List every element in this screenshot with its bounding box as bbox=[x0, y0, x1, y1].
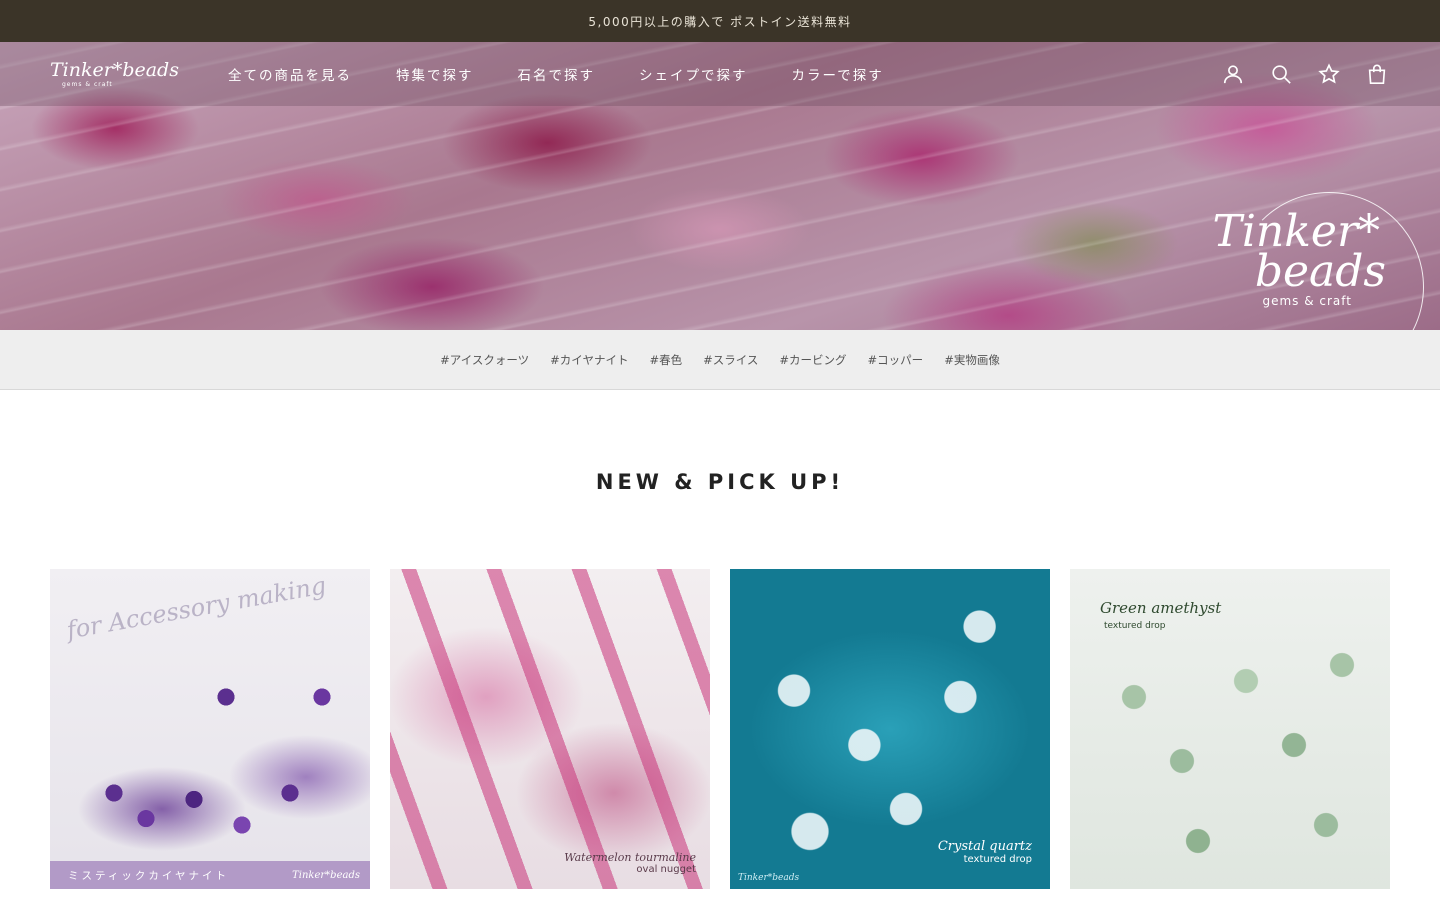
announcement-text: 5,000円以上の購入で ポストイン送料無料 bbox=[588, 14, 852, 29]
tag-link[interactable]: #実物画像 bbox=[944, 352, 1000, 368]
tag-link[interactable]: #カイヤナイト bbox=[550, 352, 628, 368]
product-card-crystal-quartz[interactable]: Crystal quartz textured drop Tinker*bead… bbox=[730, 569, 1050, 889]
card-caption-sub: textured drop bbox=[963, 854, 1032, 865]
hero-banner[interactable]: Tinker*beads gems & craft 全ての商品を見る 特集で探す… bbox=[0, 42, 1440, 330]
card-band: ミスティックカイヤナイト Tinker*beads bbox=[50, 861, 370, 889]
tag-bar: #アイスクォーツ #カイヤナイト #春色 #スライス #カービング #コッパー … bbox=[0, 330, 1440, 390]
product-card-tourmaline[interactable]: Watermelon tourmaline oval nugget bbox=[390, 569, 710, 889]
menu-color[interactable]: カラーで探す bbox=[792, 64, 884, 84]
tag-link[interactable]: #コッパー bbox=[868, 352, 924, 368]
hero-brand-sub: gems & craft bbox=[1262, 294, 1352, 308]
main-navbar: Tinker*beads gems & craft 全ての商品を見る 特集で探す… bbox=[0, 42, 1440, 106]
tag-link[interactable]: #カービング bbox=[779, 352, 846, 368]
account-icon[interactable] bbox=[1220, 61, 1246, 87]
product-grid: for Accessory making ミスティックカイヤナイト Tinker… bbox=[0, 569, 1440, 889]
product-card-green-amethyst[interactable]: Green amethyst textured drop bbox=[1070, 569, 1390, 889]
hero-brand-line2: beads bbox=[1254, 246, 1386, 297]
card-mini-logo: Tinker*beads bbox=[738, 873, 800, 883]
card-band-text: ミスティックカイヤナイト bbox=[68, 869, 230, 882]
header-icons bbox=[1220, 61, 1390, 87]
menu-features[interactable]: 特集で探す bbox=[396, 64, 474, 84]
card-caption-main: Green amethyst bbox=[1100, 599, 1222, 617]
announcement-bar: 5,000円以上の購入で ポストイン送料無料 bbox=[0, 0, 1440, 42]
search-icon[interactable] bbox=[1268, 61, 1294, 87]
logo-text: Tinker*beads bbox=[50, 58, 179, 81]
site-logo[interactable]: Tinker*beads gems & craft bbox=[50, 58, 200, 88]
card-caption: Green amethyst textured drop bbox=[1100, 599, 1221, 631]
card-caption-sub: textured drop bbox=[1104, 621, 1166, 631]
tag-link[interactable]: #春色 bbox=[649, 352, 682, 368]
menu-shape[interactable]: シェイプで探す bbox=[639, 64, 748, 84]
product-card-kyanite[interactable]: for Accessory making ミスティックカイヤナイト Tinker… bbox=[50, 569, 370, 889]
logo-subtext: gems & craft bbox=[62, 80, 113, 88]
card-overlay-script: for Accessory making bbox=[64, 571, 329, 645]
card-band-logo: Tinker*beads bbox=[292, 869, 360, 881]
card-caption-sub: oval nugget bbox=[636, 864, 696, 875]
card-caption-main: Watermelon tourmaline bbox=[564, 851, 696, 864]
menu-all-products[interactable]: 全ての商品を見る bbox=[228, 64, 352, 84]
main-menu: 全ての商品を見る 特集で探す 石名で探す シェイプで探す カラーで探す bbox=[228, 64, 884, 84]
cart-bag-icon[interactable] bbox=[1364, 61, 1390, 87]
card-caption: Crystal quartz textured drop bbox=[938, 839, 1032, 865]
section-title: NEW & PICK UP! bbox=[595, 470, 845, 494]
tag-link[interactable]: #アイスクォーツ bbox=[440, 352, 529, 368]
tag-link[interactable]: #スライス bbox=[703, 352, 758, 368]
menu-stone-name[interactable]: 石名で探す bbox=[518, 64, 596, 84]
card-caption-main: Crystal quartz bbox=[937, 839, 1032, 854]
wishlist-star-icon[interactable] bbox=[1316, 61, 1342, 87]
hero-brand-logo: Tinker* beads gems & craft bbox=[1213, 210, 1387, 309]
card-caption: Watermelon tourmaline oval nugget bbox=[564, 851, 696, 875]
